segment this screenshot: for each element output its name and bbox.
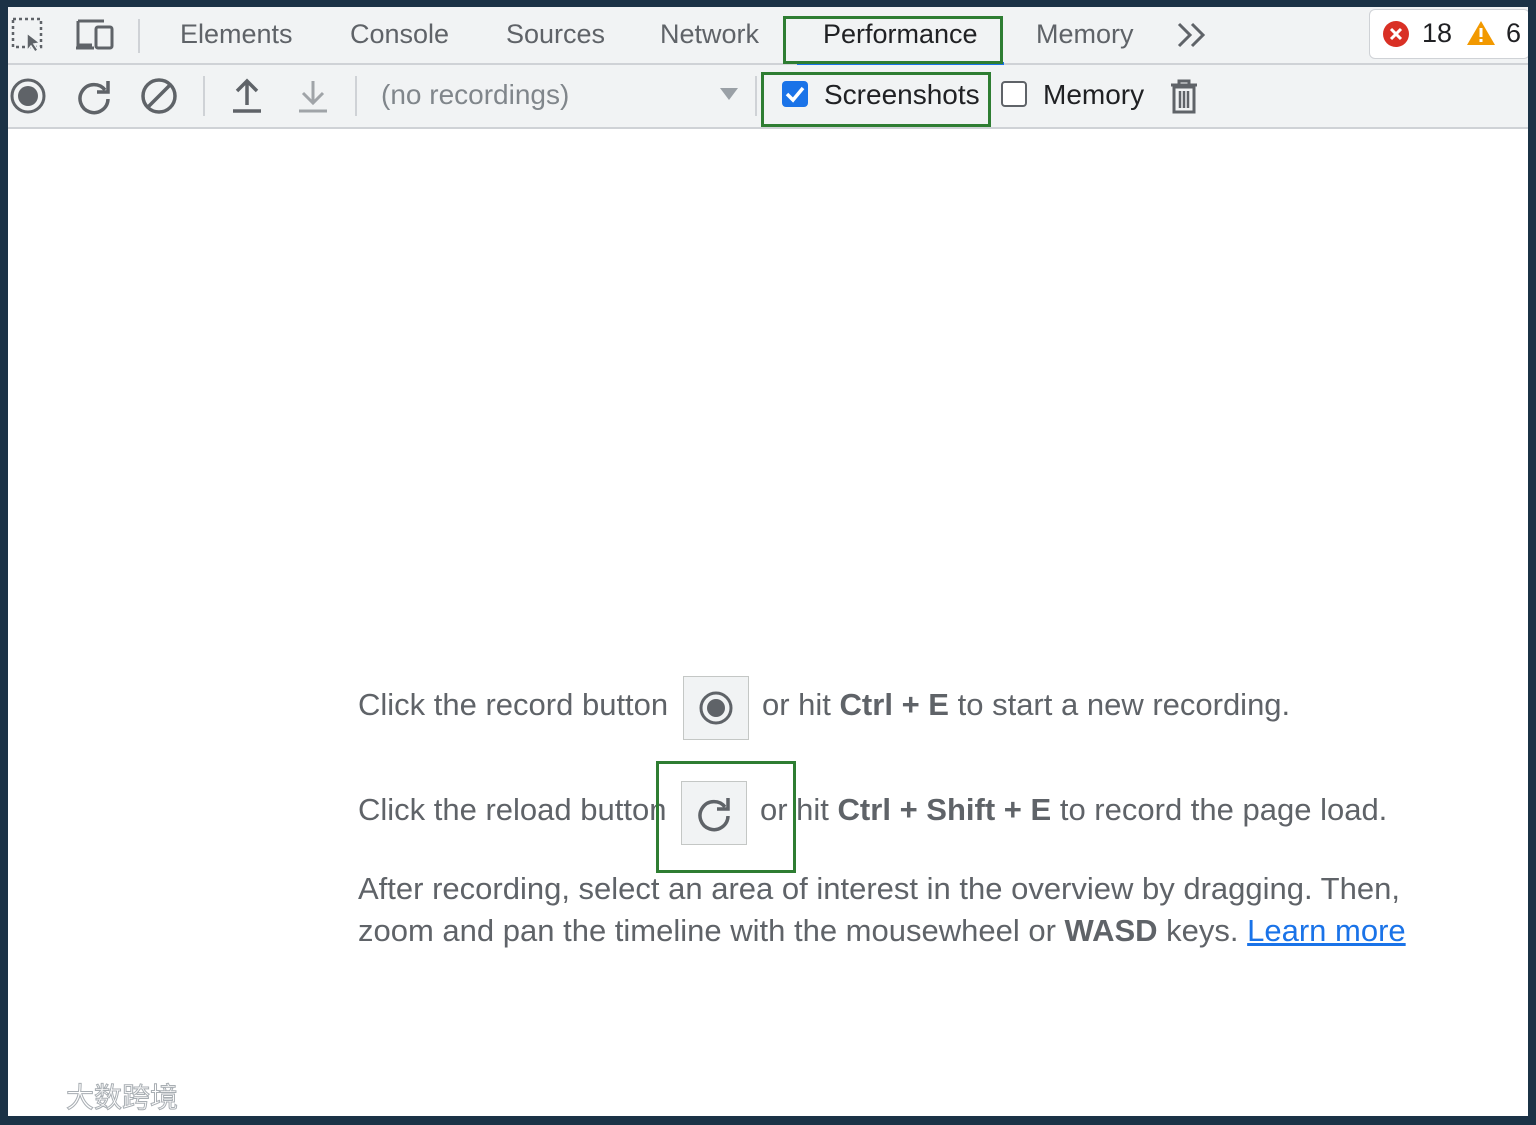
screenshots-checkbox[interactable]: [782, 81, 808, 107]
record-icon: [699, 691, 733, 725]
instruction-text: Click the reload button: [358, 792, 667, 827]
tab-memory[interactable]: Memory: [1036, 7, 1134, 63]
instruction-text: to start a new recording.: [957, 687, 1291, 722]
caret-down-icon: [719, 79, 739, 109]
screenshots-label[interactable]: Screenshots: [824, 79, 980, 111]
record-icon: [10, 78, 46, 114]
tab-console[interactable]: Console: [350, 7, 449, 63]
performance-toolbar: (no recordings) Screenshots Memory: [8, 65, 1528, 129]
instruction-text: Click the record button: [358, 687, 669, 722]
devtools-window: Elements Console Sources Network Perform…: [8, 7, 1528, 1116]
inspect-element-icon[interactable]: [10, 15, 48, 55]
devtools-tab-bar: Elements Console Sources Network Perform…: [8, 7, 1528, 65]
watermark-text: 大数跨境: [65, 1081, 179, 1115]
reload-icon: [78, 81, 110, 115]
upload-icon: [233, 78, 261, 113]
instruction-text: keys.: [1166, 913, 1239, 948]
memory-label[interactable]: Memory: [1043, 79, 1144, 111]
recordings-dropdown-value: (no recordings): [381, 79, 570, 110]
toolbar-separator: [203, 76, 205, 116]
warning-icon: [1466, 19, 1496, 47]
shortcut-key: WASD: [1064, 913, 1158, 948]
trash-icon: [1171, 79, 1197, 114]
toolbar-separator: [355, 76, 357, 116]
watermark-icon: [9, 1074, 58, 1110]
shortcut-plus: +: [1003, 792, 1022, 827]
device-toolbar-icon[interactable]: [72, 15, 118, 55]
clear-button[interactable]: [139, 76, 179, 116]
shortcut-plus: +: [901, 687, 920, 722]
save-profile-button[interactable]: [293, 76, 333, 116]
instruction-text: or hit: [760, 792, 829, 827]
recordings-dropdown[interactable]: (no recordings): [381, 65, 741, 127]
shortcut-key: Shift: [926, 792, 996, 827]
shortcut-key: E: [928, 687, 949, 722]
toolbar-separator: [755, 76, 757, 116]
learn-more-link[interactable]: Learn more: [1247, 913, 1406, 948]
shortcut-key: Ctrl: [837, 792, 891, 827]
download-icon: [299, 81, 327, 113]
reload-instruction: Click the reload button: [358, 792, 666, 828]
instruction-text: or hit: [762, 687, 831, 722]
instruction-text: zoom and pan the timeline with the mouse…: [358, 913, 1056, 948]
issues-counter[interactable]: 18 6: [1369, 9, 1528, 59]
load-profile-button[interactable]: [227, 76, 267, 116]
garbage-collect-button[interactable]: [1166, 76, 1202, 116]
tab-elements[interactable]: Elements: [180, 7, 293, 63]
reload-record-button[interactable]: [74, 76, 114, 116]
shortcut-plus: +: [899, 792, 918, 827]
tab-network[interactable]: Network: [660, 7, 759, 63]
record-shortcut-text: or hit Ctrl + E to start a new recording…: [762, 687, 1290, 723]
instruction-text: to record the page load.: [1059, 792, 1388, 827]
error-count: 18: [1422, 18, 1453, 48]
tab-sources[interactable]: Sources: [506, 7, 605, 63]
reload-icon: [698, 798, 730, 832]
toolbar-separator: [138, 19, 140, 53]
warning-count: 6: [1506, 18, 1522, 48]
error-icon: [1382, 20, 1410, 48]
record-instruction: Click the record button: [358, 687, 668, 723]
watermark-logo: 大数跨境: [6, 1070, 206, 1120]
inline-reload-button[interactable]: [681, 781, 747, 845]
shortcut-key: Ctrl: [839, 687, 893, 722]
after-recording-text: After recording, select an area of inter…: [358, 871, 1400, 906]
shortcut-key: E: [1030, 792, 1052, 827]
record-button[interactable]: [8, 76, 48, 116]
clear-icon: [141, 78, 177, 114]
chevron-double-right-icon[interactable]: [1174, 17, 1210, 53]
memory-checkbox[interactable]: [1001, 81, 1027, 107]
reload-shortcut-text: or hit Ctrl + Shift + E to record the pa…: [760, 792, 1387, 828]
zoom-pan-text: zoom and pan the timeline with the mouse…: [358, 913, 1406, 949]
tab-performance[interactable]: Performance: [797, 7, 1004, 65]
checkmark-icon: [785, 86, 805, 103]
inline-record-button[interactable]: [683, 676, 749, 740]
